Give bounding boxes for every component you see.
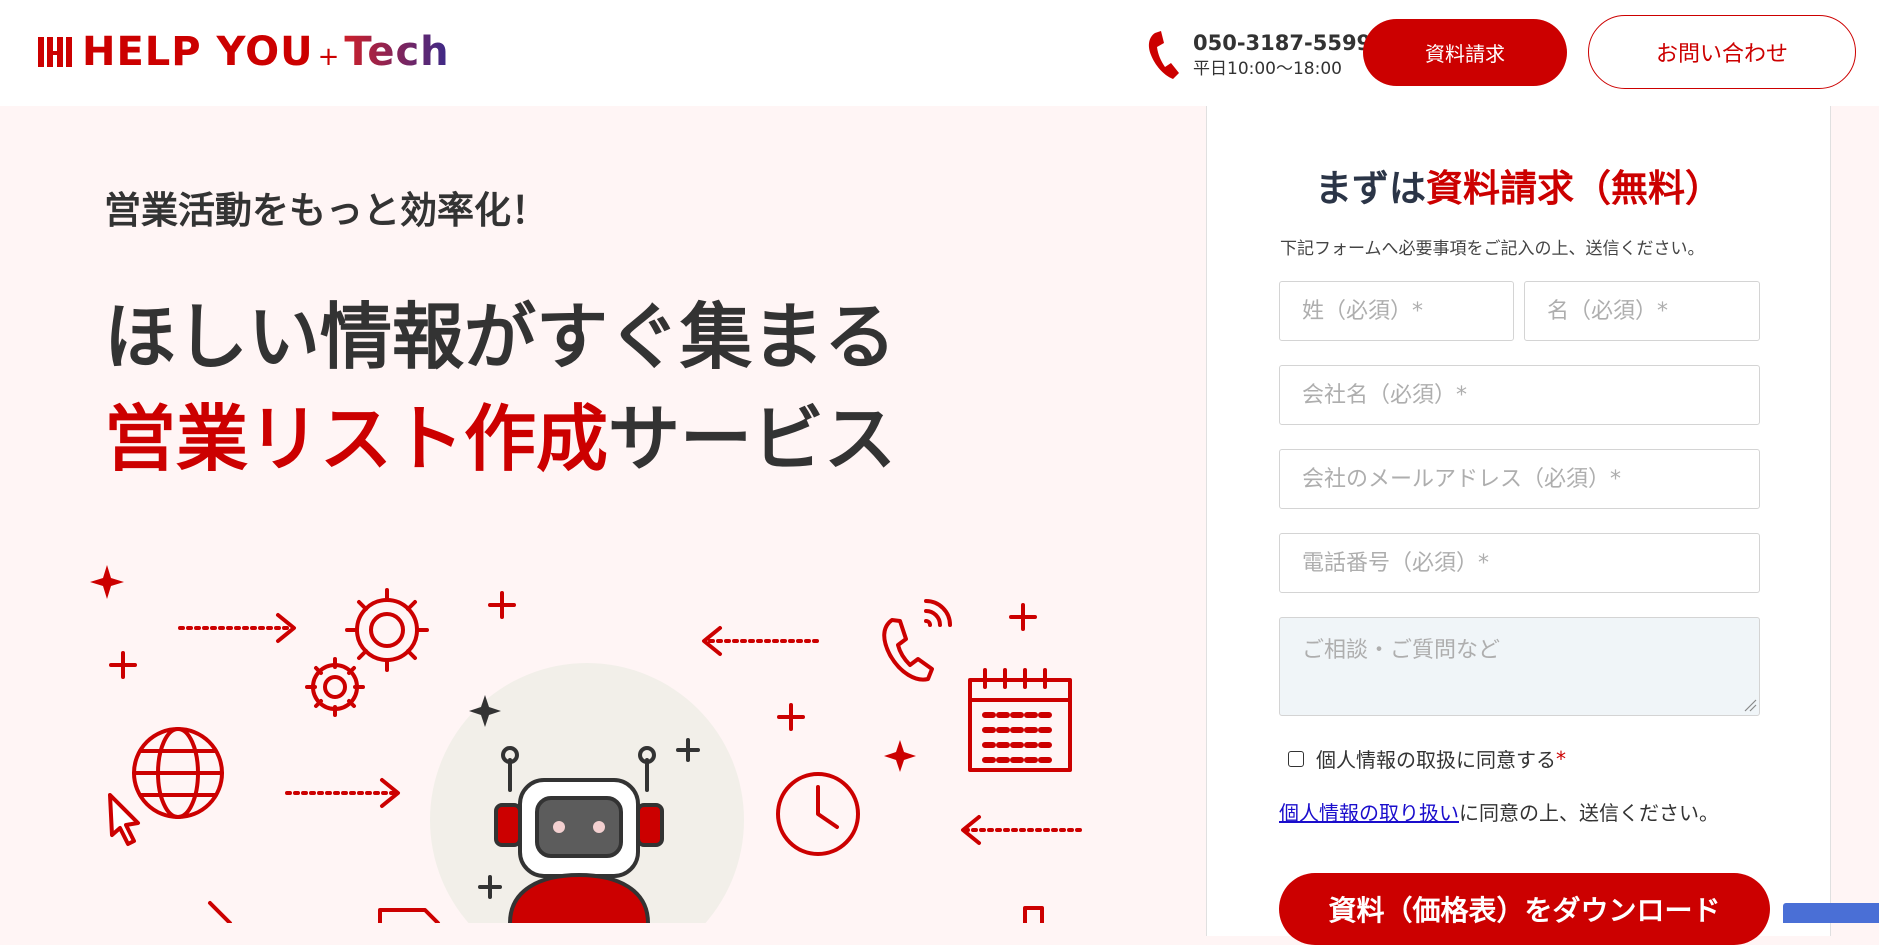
privacy-policy-link[interactable]: 個人情報の取り扱い <box>1279 801 1459 825</box>
gear-icon <box>345 588 429 672</box>
tel-input[interactable] <box>1279 533 1760 593</box>
hero-headline: ほしい情報がすぐ集まる 営業リスト作成サービス <box>104 286 896 490</box>
logo-tech: Tech <box>344 29 450 75</box>
logo-mark-icon <box>38 37 72 67</box>
plus-icon <box>488 591 516 619</box>
consent-checkbox[interactable] <box>1288 750 1304 767</box>
headline-rest: サービス <box>608 397 897 481</box>
privacy-notice: 個人情報の取り扱いに同意の上、送信ください。 <box>1279 797 1719 826</box>
consent-label[interactable]: 個人情報の取扱に同意する <box>1316 744 1556 773</box>
contact-button[interactable]: お問い合わせ <box>1588 15 1856 89</box>
headline-line2: 営業リスト作成サービス <box>104 388 896 490</box>
plus-icon <box>1009 603 1037 631</box>
clock-icon <box>776 772 860 856</box>
logo-plus: + <box>317 42 341 72</box>
phone-contact[interactable]: 050-3187-5599 平日10:00〜18:00 <box>1145 22 1371 88</box>
download-submit-button[interactable]: 資料（価格表）をダウンロード <box>1279 873 1770 945</box>
message-textarea[interactable] <box>1279 617 1760 716</box>
form-heading: まずは資料請求（無料） <box>1206 158 1831 212</box>
plus-icon <box>109 651 137 679</box>
logo[interactable]: HELP YOU + Tech <box>36 29 450 75</box>
logo-main: HELP YOU <box>82 29 314 75</box>
hero-illustration <box>90 565 1082 923</box>
partial-icon <box>1023 906 1044 923</box>
calendar-icon <box>968 668 1072 772</box>
plus-icon <box>777 703 805 731</box>
phone-number: 050-3187-5599 <box>1193 31 1372 55</box>
hero-tagline: 営業活動をもっと効率化！ <box>104 189 548 232</box>
last-name-input[interactable] <box>1279 281 1514 341</box>
doc-request-button[interactable]: 資料請求 <box>1363 19 1567 86</box>
cursor-icon <box>108 793 140 846</box>
document-icon <box>378 908 440 923</box>
sparkle-icon <box>90 565 124 599</box>
headline-red: 営業リスト作成 <box>104 397 609 481</box>
consent-row: 個人情報の取扱に同意する * <box>1288 744 1566 773</box>
logo-text: HELP YOU + Tech <box>82 29 450 75</box>
first-name-input[interactable] <box>1524 281 1760 341</box>
privacy-suffix: に同意の上、送信ください。 <box>1459 801 1719 825</box>
headline-line1: ほしい情報がすぐ集まる <box>104 295 897 379</box>
email-input[interactable] <box>1279 449 1760 509</box>
site-header: HELP YOU + Tech 050-3187-5599 平日10:00〜18… <box>0 0 1879 106</box>
globe-icon <box>132 727 224 819</box>
cursor-icon <box>208 901 232 923</box>
gear-icon <box>305 657 365 717</box>
resize-handle-icon[interactable] <box>1743 698 1757 712</box>
phone-hours: 平日10:00〜18:00 <box>1193 59 1342 79</box>
form-description: 下記フォームへ必要事項をご記入の上、送信ください。 <box>1280 239 1705 259</box>
phone-icon <box>1148 31 1179 79</box>
form-heading-prefix: まずは <box>1315 167 1426 210</box>
telephone-icon <box>882 599 952 682</box>
form-heading-red: 資料請求（無料） <box>1426 167 1722 210</box>
company-input[interactable] <box>1279 365 1760 425</box>
recaptcha-badge[interactable] <box>1783 903 1879 923</box>
required-mark: * <box>1556 746 1566 771</box>
sparkle-icon <box>884 740 916 772</box>
